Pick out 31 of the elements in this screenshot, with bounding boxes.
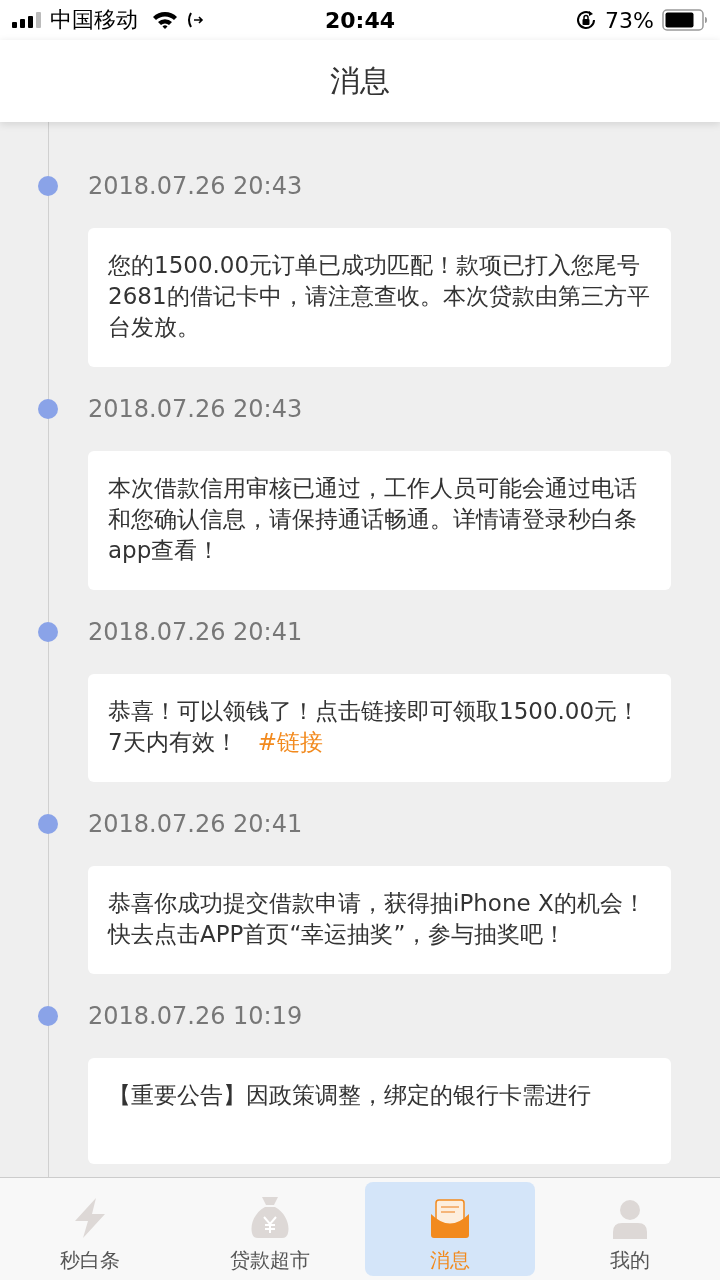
message-text: 【重要公告】因政策调整，绑定的银行卡需进行 [108, 1081, 592, 1110]
tab[interactable]: 我的 [545, 1182, 715, 1276]
wifi-icon [152, 11, 178, 29]
message-time: 2018.07.26 20:43 [88, 395, 303, 423]
message-text: 本次借款信用审核已通过，工作人员可能会通过电话和您确认信息，请保持通话畅通。详情请登录秒白条app查看！ [108, 474, 638, 565]
carrier-name: 中国移动 [50, 6, 138, 34]
timeline-dot [38, 1006, 58, 1026]
message-text: 恭喜！可以领钱了！点击链接即可领取1500.00元！7天内有效！ #链接 [108, 697, 642, 757]
timeline-dot [38, 176, 58, 196]
message-text: 您的1500.00元订单已成功匹配！款项已打入您尾号2681的借记卡中，请注意查收。本次贷款由第三方平台发放。 [108, 251, 651, 342]
lightning-icon [72, 1197, 108, 1239]
timeline-dot [38, 622, 58, 642]
page-title: 消息 [330, 61, 390, 100]
call-forward-icon [186, 11, 204, 29]
battery-icon [662, 9, 708, 31]
timeline-dot [38, 814, 58, 834]
envelope-icon [430, 1199, 470, 1239]
person-icon [612, 1199, 648, 1239]
message-time: 2018.07.26 20:43 [88, 172, 303, 200]
clock-time: 20:44 [325, 7, 395, 33]
tab[interactable]: 秒白条 [5, 1182, 175, 1276]
money-bag-icon [250, 1195, 290, 1239]
message-time: 2018.07.26 10:19 [88, 1002, 303, 1030]
message-time: 2018.07.26 20:41 [88, 810, 303, 838]
timeline-dot [38, 399, 58, 419]
rotation-lock-icon [575, 9, 598, 31]
signal-icon [12, 12, 42, 28]
tab[interactable]: 贷款超市 [185, 1182, 355, 1276]
message-text: 恭喜你成功提交借款申请，获得抽iPhone X的机会！快去点击APP首页“幸运抽奖”，参与抽奖吧！ [108, 889, 647, 949]
battery-percent: 73% [605, 7, 654, 33]
message-time: 2018.07.26 20:41 [88, 618, 303, 646]
